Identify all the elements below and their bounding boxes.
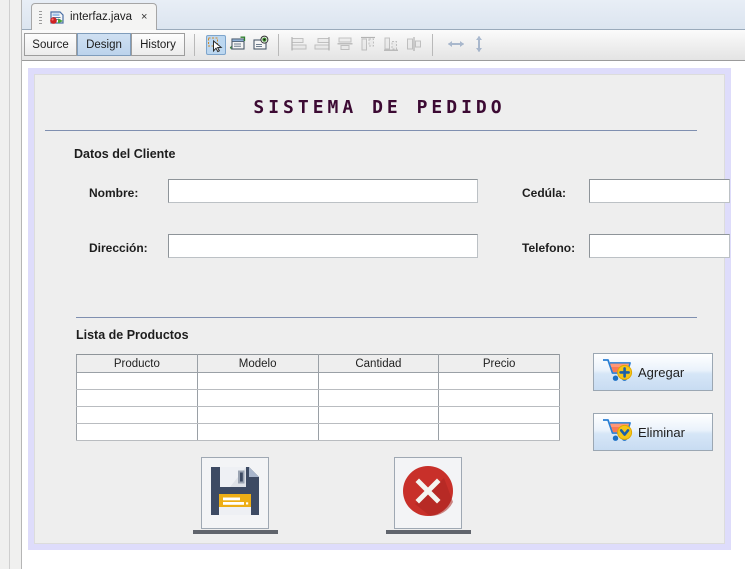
cart-add-icon (600, 356, 634, 389)
toolbar-separator-1 (194, 34, 195, 56)
netbeans-gui-designer: interfaz.java × Source Design History SI… (0, 0, 745, 569)
selection-mode-icon[interactable] (206, 35, 226, 55)
align-top-icon[interactable] (359, 35, 379, 55)
agregar-button-label: Agregar (638, 364, 685, 380)
label-telefono: Telefono: (522, 241, 576, 255)
label-nombre: Nombre: (89, 186, 139, 200)
eliminar-button[interactable]: Eliminar (593, 413, 713, 451)
eliminar-button-label: Eliminar (638, 424, 685, 440)
preview-design-icon[interactable] (252, 35, 272, 55)
cell-precio[interactable] (438, 389, 560, 407)
connection-mode-icon[interactable] (229, 35, 249, 55)
save-button[interactable] (201, 457, 269, 529)
cell-precio[interactable] (438, 372, 560, 390)
cancel-button[interactable] (394, 457, 462, 529)
table-row[interactable] (76, 372, 560, 390)
toolbar-separator-3 (432, 34, 433, 56)
telefono-input[interactable] (589, 234, 730, 258)
align-center-vertical-icon[interactable] (405, 35, 425, 55)
cell-modelo[interactable] (196, 423, 319, 441)
resize-width-icon[interactable] (447, 35, 467, 55)
tab-design[interactable]: Design (77, 33, 131, 56)
column-header-producto: Producto (76, 354, 198, 373)
tab-source[interactable]: Source (24, 33, 77, 56)
table-row[interactable] (76, 406, 560, 424)
cancel-button-shadow-bar (386, 530, 471, 534)
resize-height-icon[interactable] (470, 35, 490, 55)
red-circle-x-cancel-icon (399, 462, 457, 525)
cell-modelo[interactable] (196, 406, 319, 424)
table-row[interactable] (76, 423, 560, 441)
page-title: SISTEMA DE PEDIDO (253, 97, 506, 118)
table-row[interactable] (76, 389, 560, 407)
tab-history[interactable]: History (131, 33, 185, 56)
java-file-icon (49, 10, 65, 25)
products-table[interactable]: Producto Modelo Cantidad Precio (76, 354, 560, 441)
title-separator (45, 130, 697, 131)
align-left-icon[interactable] (290, 35, 310, 55)
align-bottom-icon[interactable] (382, 35, 402, 55)
label-direccion: Dirección: (89, 241, 148, 255)
label-cedula: Cedúla: (522, 186, 567, 200)
jframe-form[interactable]: SISTEMA DE PEDIDO Datos del Cliente Nomb… (34, 74, 730, 544)
cell-cantidad[interactable] (317, 372, 440, 390)
align-right-icon[interactable] (313, 35, 333, 55)
toolbar-separator-2 (278, 34, 279, 56)
column-header-modelo: Modelo (196, 354, 319, 373)
cell-modelo[interactable] (196, 372, 319, 390)
form-selection-halo: SISTEMA DE PEDIDO Datos del Cliente Nomb… (28, 68, 731, 550)
cell-cantidad[interactable] (317, 406, 440, 424)
cell-producto[interactable] (76, 423, 198, 441)
direccion-input[interactable] (168, 234, 478, 258)
nombre-input[interactable] (168, 179, 478, 203)
cell-producto[interactable] (76, 406, 198, 424)
left-panel-divider (9, 0, 10, 569)
close-icon[interactable]: × (141, 11, 147, 23)
agregar-button[interactable]: Agregar (593, 353, 713, 391)
products-section-heading: Lista de Productos (76, 328, 189, 342)
cell-producto[interactable] (76, 389, 198, 407)
tab-grip-handle[interactable] (39, 10, 42, 24)
align-center-horizontal-icon[interactable] (336, 35, 356, 55)
tab-title: interfaz.java (70, 11, 133, 23)
design-canvas[interactable]: SISTEMA DE PEDIDO Datos del Cliente Nomb… (22, 61, 745, 569)
cell-producto[interactable] (76, 372, 198, 390)
cell-precio[interactable] (438, 423, 560, 441)
save-button-shadow-bar (193, 530, 278, 534)
table-header-row: Producto Modelo Cantidad Precio (76, 354, 560, 373)
design-mode-toolbar: Source Design History (22, 30, 745, 61)
column-header-cantidad: Cantidad (317, 354, 440, 373)
cart-remove-icon (600, 416, 634, 449)
cedula-input[interactable] (589, 179, 730, 203)
section-separator (76, 317, 697, 318)
column-header-precio: Precio (438, 354, 560, 373)
left-panel-strip (0, 0, 22, 569)
editor-tab-interfaz-java[interactable]: interfaz.java × (31, 3, 158, 30)
floppy-disk-save-icon (206, 462, 264, 525)
cell-cantidad[interactable] (317, 389, 440, 407)
editor-tab-bar: interfaz.java × (22, 0, 745, 30)
cell-modelo[interactable] (196, 389, 319, 407)
client-section-heading: Datos del Cliente (74, 147, 176, 161)
cell-precio[interactable] (438, 406, 560, 424)
cell-cantidad[interactable] (317, 423, 440, 441)
editor-area: interfaz.java × Source Design History SI… (22, 0, 745, 569)
